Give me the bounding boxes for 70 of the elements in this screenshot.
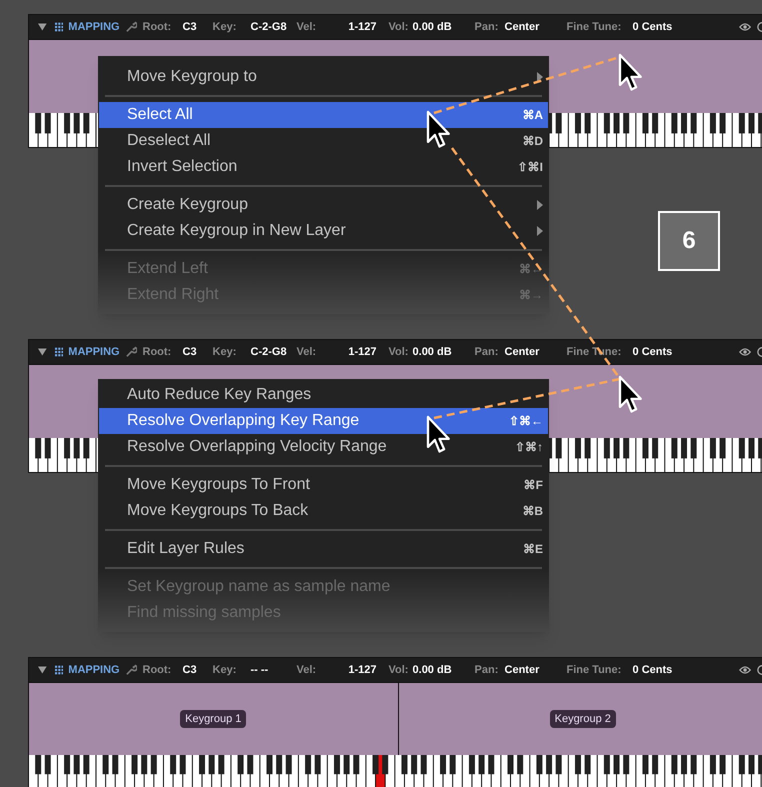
- grid-icon[interactable]: [54, 347, 64, 357]
- field-label: Vol:: [388, 344, 410, 360]
- cursor-icon: [618, 54, 642, 91]
- grid-icon[interactable]: [54, 665, 64, 675]
- menu-item[interactable]: Move Keygroups To Back ⌘B: [99, 498, 548, 524]
- menu-item[interactable]: Edit Layer Rules ⌘E: [99, 536, 548, 562]
- menu-item[interactable]: Move Keygroup to: [99, 64, 548, 90]
- field-label: Vol:: [388, 20, 410, 35]
- field-value[interactable]: 0 Cents: [632, 18, 711, 36]
- field-label: Key:: [212, 344, 238, 360]
- field-label: Vel:: [296, 344, 318, 360]
- field-value[interactable]: Center: [504, 18, 567, 36]
- grid-icon[interactable]: [54, 22, 64, 32]
- section-title: MAPPING: [68, 662, 120, 678]
- field-value[interactable]: 0 Cents: [632, 344, 711, 360]
- field-label: Fine Tune:: [566, 20, 622, 35]
- field-value[interactable]: C3: [182, 18, 213, 36]
- keygroup-label: Keygroup 1: [180, 710, 246, 728]
- field-value[interactable]: 1-127: [326, 344, 377, 360]
- field-label: Root:: [142, 662, 172, 678]
- field-label: Pan:: [474, 344, 500, 360]
- wrench-icon[interactable]: [126, 21, 137, 33]
- section-title: MAPPING: [68, 20, 120, 35]
- menu-item[interactable]: Create Keygroup in New Layer: [99, 218, 548, 244]
- wrench-icon[interactable]: [126, 346, 137, 358]
- section-title: MAPPING: [68, 344, 120, 360]
- field-value[interactable]: 0.00 dB: [412, 344, 475, 360]
- field-value[interactable]: C3: [182, 662, 213, 678]
- field-value[interactable]: 0 Cents: [632, 662, 711, 678]
- keygroup-label: Keygroup 2: [550, 710, 616, 728]
- field-label: Pan:: [474, 20, 500, 35]
- field-label: Key:: [212, 20, 238, 35]
- field-label: Vel:: [296, 662, 318, 678]
- eye-icon[interactable]: [738, 665, 751, 675]
- menu-item[interactable]: Create Keygroup: [99, 192, 548, 218]
- field-label: Key:: [212, 662, 238, 678]
- menu-item[interactable]: Auto Reduce Key Ranges: [99, 382, 548, 408]
- collapse-triangle-icon[interactable]: [38, 666, 47, 674]
- menu-item[interactable]: Resolve Overlapping Key Range ⇧⌘←: [99, 408, 548, 434]
- menu-item[interactable]: Resolve Overlapping Velocity Range ⇧⌘↑: [99, 434, 548, 460]
- field-label: Vel:: [296, 20, 318, 35]
- menu-item[interactable]: Deselect All ⌘D: [99, 128, 548, 154]
- field-value[interactable]: -- --: [250, 662, 297, 678]
- cursor-icon: [426, 110, 450, 148]
- field-value[interactable]: Center: [504, 662, 567, 678]
- cursor-icon: [618, 376, 642, 413]
- menu-item[interactable]: Move Keygroups To Front ⌘F: [99, 472, 548, 498]
- menu-item[interactable]: Invert Selection ⇧⌘I: [99, 154, 548, 180]
- eye-icon[interactable]: [738, 347, 751, 357]
- field-value[interactable]: 1-127: [326, 18, 377, 36]
- step-number-badge: 6: [658, 211, 720, 271]
- menu-item[interactable]: Select All ⌘A: [99, 102, 548, 128]
- collapse-triangle-icon[interactable]: [38, 348, 47, 356]
- cursor-icon: [426, 416, 450, 453]
- field-value[interactable]: 0.00 dB: [412, 18, 475, 36]
- field-label: Fine Tune:: [566, 662, 622, 678]
- field-value[interactable]: 0.00 dB: [412, 662, 475, 678]
- field-value[interactable]: Center: [504, 344, 567, 360]
- collapse-triangle-icon[interactable]: [38, 23, 47, 31]
- eye-icon[interactable]: [738, 22, 751, 32]
- field-value[interactable]: 1-127: [326, 662, 377, 678]
- wrench-icon[interactable]: [126, 664, 137, 676]
- piano-keyboard-drawing[interactable]: [29, 755, 762, 787]
- field-value[interactable]: C3: [182, 344, 213, 360]
- field-label: Root:: [142, 20, 172, 35]
- field-value[interactable]: C-2-G8: [250, 344, 297, 360]
- field-label: Root:: [142, 344, 172, 360]
- field-value[interactable]: C-2-G8: [250, 18, 297, 36]
- field-label: Vol:: [388, 662, 410, 678]
- field-label: Pan:: [474, 662, 500, 678]
